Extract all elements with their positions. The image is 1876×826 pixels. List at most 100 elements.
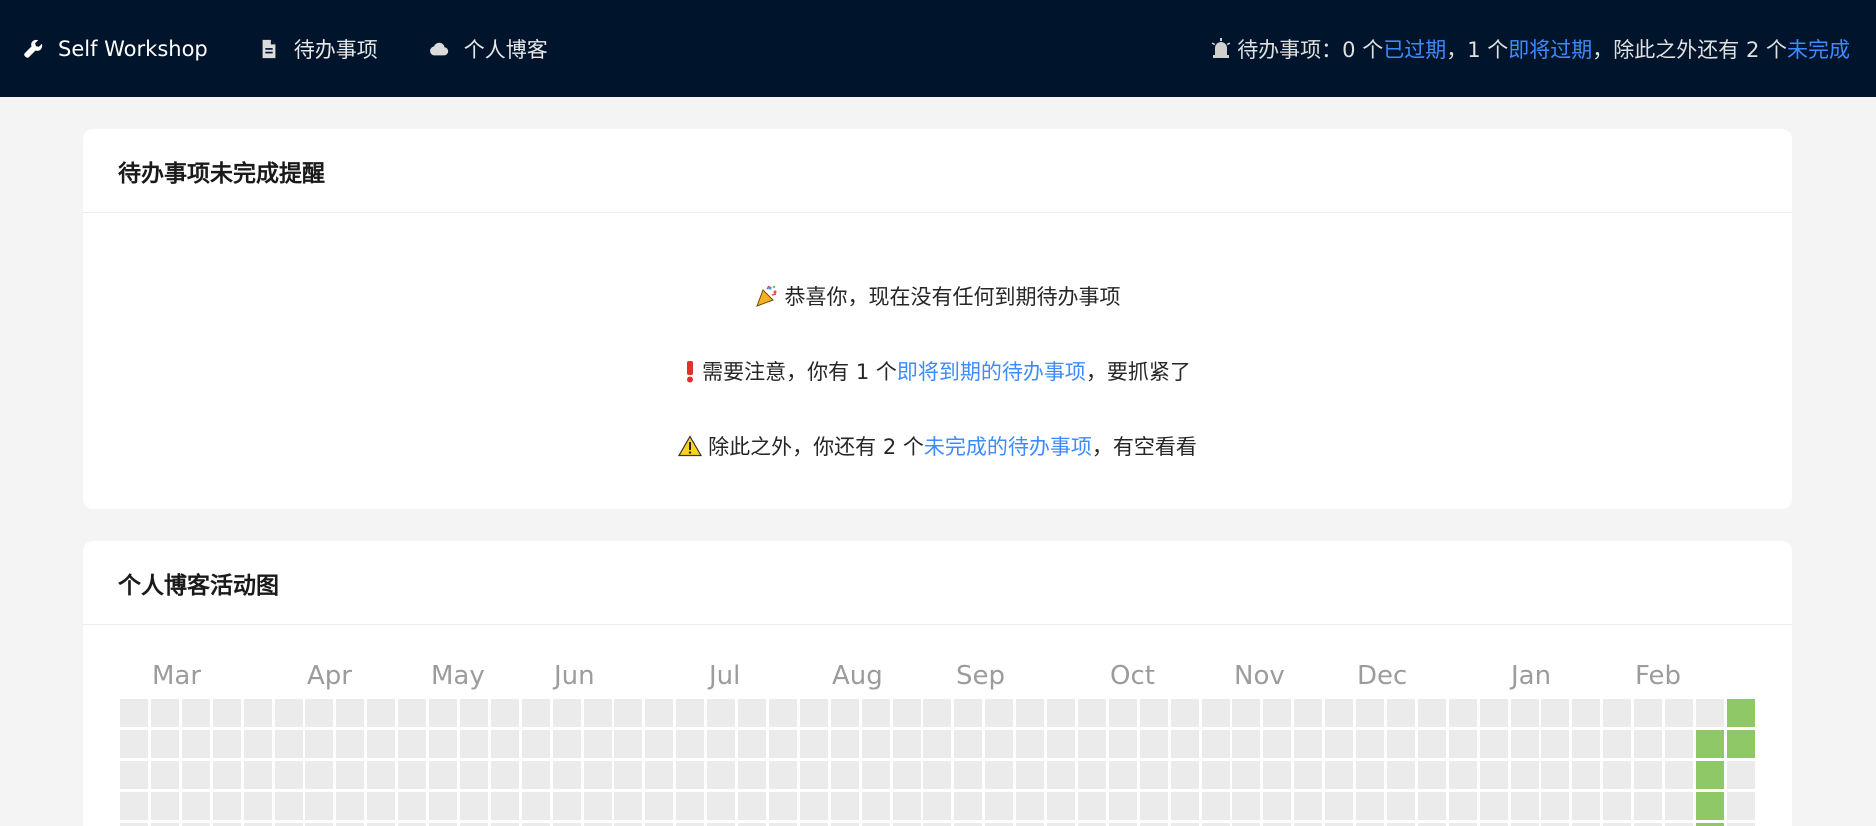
heatmap-cell [769, 699, 797, 727]
heatmap-cell [1634, 792, 1662, 820]
heatmap-cell [151, 761, 179, 789]
heatmap-cell [120, 699, 148, 727]
heatmap-cell [1727, 699, 1755, 727]
heatmap-cell [738, 761, 766, 789]
heatmap-cell [398, 761, 426, 789]
heatmap-cell [1078, 699, 1106, 727]
heatmap-cell [120, 792, 148, 820]
heatmap-cell [1263, 761, 1291, 789]
heatmap-cell [1418, 730, 1446, 758]
heatmap-cell [862, 792, 890, 820]
heatmap-cell [1480, 792, 1508, 820]
heatmap-cell [923, 792, 951, 820]
brand-link[interactable]: Self Workshop [22, 37, 208, 61]
heatmap-cell [1727, 761, 1755, 789]
heatmap-cell [1665, 761, 1693, 789]
heatmap-cell [1572, 730, 1600, 758]
heatmap-cell [522, 730, 550, 758]
heatmap-cell [954, 761, 982, 789]
heatmap-cell [1356, 730, 1384, 758]
heatmap-cell [151, 699, 179, 727]
heatmap-cell [862, 730, 890, 758]
nav-item-blog[interactable]: 个人博客 [428, 34, 548, 64]
reminder-line-unfinished-before: 除此之外，你还有 2 个 [708, 435, 924, 459]
nav-item-todo[interactable]: 待办事项 [258, 34, 378, 64]
heatmap-cell [1696, 730, 1724, 758]
heatmap-cell [1387, 792, 1415, 820]
heatmap-cell [182, 699, 210, 727]
heatmap-cell [213, 699, 241, 727]
month-label: Jan [1511, 661, 1552, 691]
heatmap-cell [614, 730, 642, 758]
document-icon [258, 38, 280, 60]
expiring-todos-link[interactable]: 即将到期的待办事项 [897, 356, 1086, 386]
unfinished-todos-link[interactable]: 未完成的待办事项 [924, 431, 1092, 461]
brand-name: Self Workshop [58, 36, 208, 61]
heatmap-cell [893, 792, 921, 820]
heatmap-cell [1047, 699, 1075, 727]
heatmap-cell [244, 699, 272, 727]
heatmap-cell [367, 699, 395, 727]
heatmap-cell [800, 792, 828, 820]
heatmap-cell [213, 730, 241, 758]
heatmap-cell [1696, 792, 1724, 820]
heatmap-cell [954, 699, 982, 727]
heatmap-cell [1541, 730, 1569, 758]
expired-link[interactable]: 已过期 [1383, 34, 1446, 64]
heatmap-cell [398, 730, 426, 758]
heatmap-cell [1480, 699, 1508, 727]
heatmap-cell [1047, 730, 1075, 758]
heatmap-cell [676, 792, 704, 820]
party-popper-icon [755, 284, 779, 308]
heatmap-cell [1202, 761, 1230, 789]
heatmap-cell [244, 792, 272, 820]
heatmap-cell [182, 730, 210, 758]
heatmap-cell [614, 699, 642, 727]
heatmap-cell [1016, 761, 1044, 789]
status-mid: ，1 个 [1446, 37, 1509, 62]
heatmap-cell [1263, 792, 1291, 820]
heatmap-cell [429, 761, 457, 789]
heatmap-cell [460, 699, 488, 727]
heatmap-cell [985, 730, 1013, 758]
heatmap-cell [1047, 761, 1075, 789]
heatmap-cell [553, 761, 581, 789]
expiring-soon-link[interactable]: 即将过期 [1508, 34, 1592, 64]
unfinished-link[interactable]: 未完成 [1787, 34, 1850, 64]
heatmap-cell [1109, 761, 1137, 789]
heatmap-cell [429, 792, 457, 820]
reminder-line-unfinished: 除此之外，你还有 2 个 未完成的待办事项 ，有空看看 [83, 431, 1792, 461]
heatmap-cell [1202, 730, 1230, 758]
heatmap-cell [429, 699, 457, 727]
wrench-icon [22, 38, 44, 60]
heatmap-cell [460, 792, 488, 820]
month-label: May [431, 661, 485, 691]
heatmap-cell [1140, 730, 1168, 758]
heatmap-cell [985, 761, 1013, 789]
reminder-line-soon-after: ，要抓紧了 [1085, 360, 1191, 384]
heatmap-cell [244, 730, 272, 758]
heatmap-cell [738, 792, 766, 820]
heatmap-cell [398, 699, 426, 727]
month-label: Dec [1357, 661, 1408, 691]
heatmap-cell [1047, 792, 1075, 820]
heatmap-cell [1294, 730, 1322, 758]
month-label: Jul [709, 661, 741, 691]
heatmap-cell [831, 730, 859, 758]
month-label: Jun [554, 661, 595, 691]
heatmap-cell [707, 761, 735, 789]
heatmap-cell [1294, 792, 1322, 820]
heatmap-cell [985, 699, 1013, 727]
heatmap-cell [1016, 792, 1044, 820]
heatmap-cell [1634, 699, 1662, 727]
todo-status-summary: 待办事项：0 个 已过期 ，1 个 即将过期 ，除此之外还有 2 个 未完成 [1211, 0, 1850, 97]
heatmap-cell [429, 730, 457, 758]
heatmap-cell [1171, 761, 1199, 789]
heatmap-cell [800, 730, 828, 758]
heatmap-cell [1294, 761, 1322, 789]
heatmap-cell [151, 730, 179, 758]
heatmap-cell [954, 730, 982, 758]
heatmap-cell [305, 699, 333, 727]
heatmap-cell [305, 730, 333, 758]
heatmap-cell [1109, 792, 1137, 820]
